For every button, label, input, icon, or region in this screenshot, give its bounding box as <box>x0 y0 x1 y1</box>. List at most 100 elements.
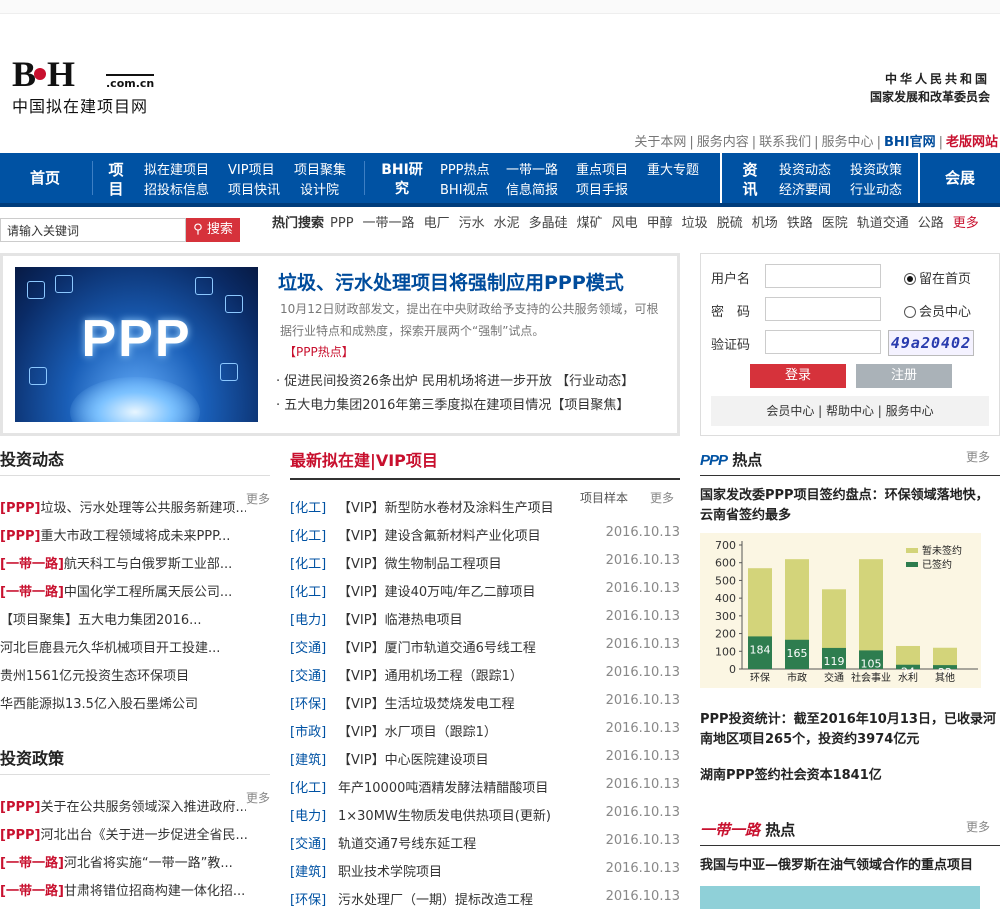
nav-info-label[interactable]: 资讯 <box>740 161 760 199</box>
nav-info-item[interactable]: 投资动态 <box>779 161 831 181</box>
invest-policy-more[interactable]: 更多 <box>246 789 270 806</box>
vip-category[interactable]: [市政] <box>290 725 326 740</box>
vip-category[interactable]: [化工] <box>290 501 326 516</box>
list-item[interactable]: 华西能源拟13.5亿入股石墨烯公司 <box>0 693 270 712</box>
vip-category[interactable]: [环保] <box>290 893 326 908</box>
hot-keyword[interactable]: 轨道交通 <box>857 216 909 231</box>
list-item[interactable]: 贵州1561亿元投资生态环保项目 <box>0 665 270 684</box>
hot-keyword[interactable]: 煤矿 <box>577 216 603 231</box>
table-row[interactable]: [交通] 【VIP】厦门市轨道交通6号线工程 2016.10.13 <box>290 637 680 656</box>
list-item[interactable]: [一带一路]河北省将实施“一带一路”教... <box>0 852 270 871</box>
radio-member-center[interactable]: 会员中心 <box>904 301 971 320</box>
hot-keyword[interactable]: 水泥 <box>494 216 520 231</box>
hot-search-more[interactable]: 更多 <box>953 216 979 231</box>
search-input[interactable] <box>0 218 186 242</box>
list-item[interactable]: [PPP]垃圾、污水处理等公共服务新建项... <box>0 497 246 516</box>
table-row[interactable]: [化工] 【VIP】建设40万吨/年乙二醇项目 2016.10.13 <box>290 581 680 600</box>
table-row[interactable]: [市政] 【VIP】水厂项目（跟踪1） 2016.10.13 <box>290 721 680 740</box>
password-field[interactable] <box>765 297 881 321</box>
hot-keyword[interactable]: 电厂 <box>424 216 450 231</box>
ydyl-hot-more[interactable]: 更多 <box>966 818 990 835</box>
hot-keyword[interactable]: 甲醇 <box>647 216 673 231</box>
ydyl-image[interactable] <box>700 886 980 909</box>
username-field[interactable] <box>765 264 881 288</box>
hot-keyword[interactable]: 垃圾 <box>682 216 708 231</box>
feature-tag[interactable]: 【PPP热点】 <box>284 343 354 360</box>
nav-project-item[interactable]: 设计院 <box>300 181 339 201</box>
list-item[interactable]: 【项目聚集】五大电力集团2016... <box>0 609 270 628</box>
table-row[interactable]: [化工] 【VIP】新型防水卷材及涂料生产项目 <box>290 497 680 516</box>
vip-project-name[interactable]: 年产10000吨酒精发酵法精醋酸项目 <box>338 777 548 796</box>
vip-category[interactable]: [建筑] <box>290 865 326 880</box>
feature-title[interactable]: 垃圾、污水处理项目将强制应用PPP模式 <box>278 268 624 295</box>
table-row[interactable]: [化工] 年产10000吨酒精发酵法精醋酸项目 2016.10.13 <box>290 777 680 796</box>
nav-info-item[interactable]: 经济要闻 <box>779 181 831 201</box>
nav-bhi-item[interactable]: BHI视点 <box>440 181 489 201</box>
hot-keyword[interactable]: 一带一路 <box>363 216 415 231</box>
invest-news-more[interactable]: 更多 <box>246 490 270 507</box>
invest-policy-title[interactable]: 投资政策 <box>0 745 64 769</box>
login-button[interactable]: 登录 <box>750 364 846 388</box>
vip-category[interactable]: [交通] <box>290 837 326 852</box>
list-item[interactable]: 河北巨鹿县元久华机械项目开工投建... <box>0 637 270 656</box>
vip-project-name[interactable]: 【VIP】临港热电项目 <box>338 609 463 628</box>
vip-category[interactable]: [电力] <box>290 809 326 824</box>
hot-keyword[interactable]: 脱硫 <box>717 216 743 231</box>
vip-project-name[interactable]: 【VIP】厦门市轨道交通6号线工程 <box>338 637 536 656</box>
vip-project-name[interactable]: 【VIP】建设40万吨/年乙二醇项目 <box>338 581 536 600</box>
table-row[interactable]: [交通] 轨道交通7号线东延工程 2016.10.13 <box>290 833 680 852</box>
hot-keyword[interactable]: 公路 <box>918 216 944 231</box>
hot-keyword[interactable]: 多晶硅 <box>529 216 568 231</box>
vip-project-name[interactable]: 【VIP】水厂项目（跟踪1） <box>338 721 497 740</box>
nav-info-item[interactable]: 行业动态 <box>850 181 902 201</box>
table-row[interactable]: [电力] 【VIP】临港热电项目 2016.10.13 <box>290 609 680 628</box>
toplink-service-center[interactable]: 服务中心 <box>822 135 874 150</box>
vip-category[interactable]: [环保] <box>290 697 326 712</box>
nav-project-item[interactable]: VIP项目 <box>228 161 275 181</box>
table-row[interactable]: [化工] 【VIP】建设含氟新材料产业化项目 2016.10.13 <box>290 525 680 544</box>
list-item[interactable]: [一带一路]航天科工与白俄罗斯工业部... <box>0 553 270 572</box>
table-row[interactable]: [环保] 污水处理厂（一期）提标改造工程 2016.10.13 <box>290 889 680 908</box>
ydyl-hot-title-wrap[interactable]: 一带一路 热点 <box>700 819 795 840</box>
vip-category[interactable]: [交通] <box>290 641 326 656</box>
vip-project-name[interactable]: 1×30MW生物质发电供热项目(更新) <box>338 805 551 824</box>
nav-exhibition[interactable]: 会展 <box>920 153 1000 203</box>
nav-project-label[interactable]: 项目 <box>106 161 126 199</box>
table-row[interactable]: [电力] 1×30MW生物质发电供热项目(更新) 2016.10.13 <box>290 805 680 824</box>
toplink-service[interactable]: 服务内容 <box>697 135 749 150</box>
login-links[interactable]: 会员中心 | 帮助中心 | 服务中心 <box>711 396 989 426</box>
toplink-old-site[interactable]: 老版网站 <box>946 135 998 150</box>
vip-category[interactable]: [交通] <box>290 669 326 684</box>
ppp-news-3[interactable]: 湖南PPP签约社会资本1841亿 <box>700 766 1000 786</box>
vip-category[interactable]: [化工] <box>290 557 326 572</box>
feature-image[interactable]: PPP <box>15 267 258 422</box>
nav-bhi-item[interactable]: 一带一路 <box>506 161 558 181</box>
nav-project-item[interactable]: 招投标信息 <box>144 181 209 201</box>
ndrc-label[interactable]: 中华人民共和国 国家发展和改革委员会 <box>870 70 990 106</box>
nav-bhi-item[interactable]: PPP热点 <box>440 161 490 181</box>
site-logo[interactable]: BH .com.cn 中国拟在建项目网 <box>12 56 162 116</box>
invest-news-title[interactable]: 投资动态 <box>0 446 64 470</box>
vip-project-name[interactable]: 【VIP】中心医院建设项目 <box>338 749 489 768</box>
search-button[interactable]: ⚲ 搜索 <box>186 218 240 242</box>
list-item[interactable]: [PPP]河北出台《关于进一步促进全省民... <box>0 824 270 843</box>
nav-bhi-item[interactable]: 重大专题 <box>647 161 699 181</box>
vip-title[interactable]: 最新拟在建|VIP项目 <box>290 447 438 471</box>
nav-info-item[interactable]: 投资政策 <box>850 161 902 181</box>
nav-bhi-item[interactable]: 项目手报 <box>576 181 628 201</box>
toplink-bhi[interactable]: BHI官网 <box>884 135 936 150</box>
nav-bhi-item[interactable]: 重点项目 <box>576 161 628 181</box>
nav-bhi-item[interactable]: 信息简报 <box>506 181 558 201</box>
vip-project-name[interactable]: 职业技术学院项目 <box>338 861 442 880</box>
toplink-about[interactable]: 关于本网 <box>634 135 686 150</box>
nav-bhi-label[interactable]: BHI研究 <box>380 161 424 199</box>
vip-category[interactable]: [建筑] <box>290 753 326 768</box>
ydyl-headline[interactable]: 我国与中亚—俄罗斯在油气领域合作的重点项目 <box>700 856 1000 876</box>
ppp-headline[interactable]: 国家发改委PPP项目签约盘点：环保领域落地快，云南省签约最多 <box>700 486 1000 526</box>
table-row[interactable]: [交通] 【VIP】通用机场工程（跟踪1） 2016.10.13 <box>290 665 680 684</box>
vip-project-name[interactable]: 【VIP】新型防水卷材及涂料生产项目 <box>338 497 554 516</box>
hot-keyword[interactable]: PPP <box>330 216 354 231</box>
nav-project-item[interactable]: 项目快讯 <box>228 181 280 201</box>
vip-project-name[interactable]: 【VIP】微生物制品工程项目 <box>338 553 502 572</box>
vip-category[interactable]: [化工] <box>290 781 326 796</box>
